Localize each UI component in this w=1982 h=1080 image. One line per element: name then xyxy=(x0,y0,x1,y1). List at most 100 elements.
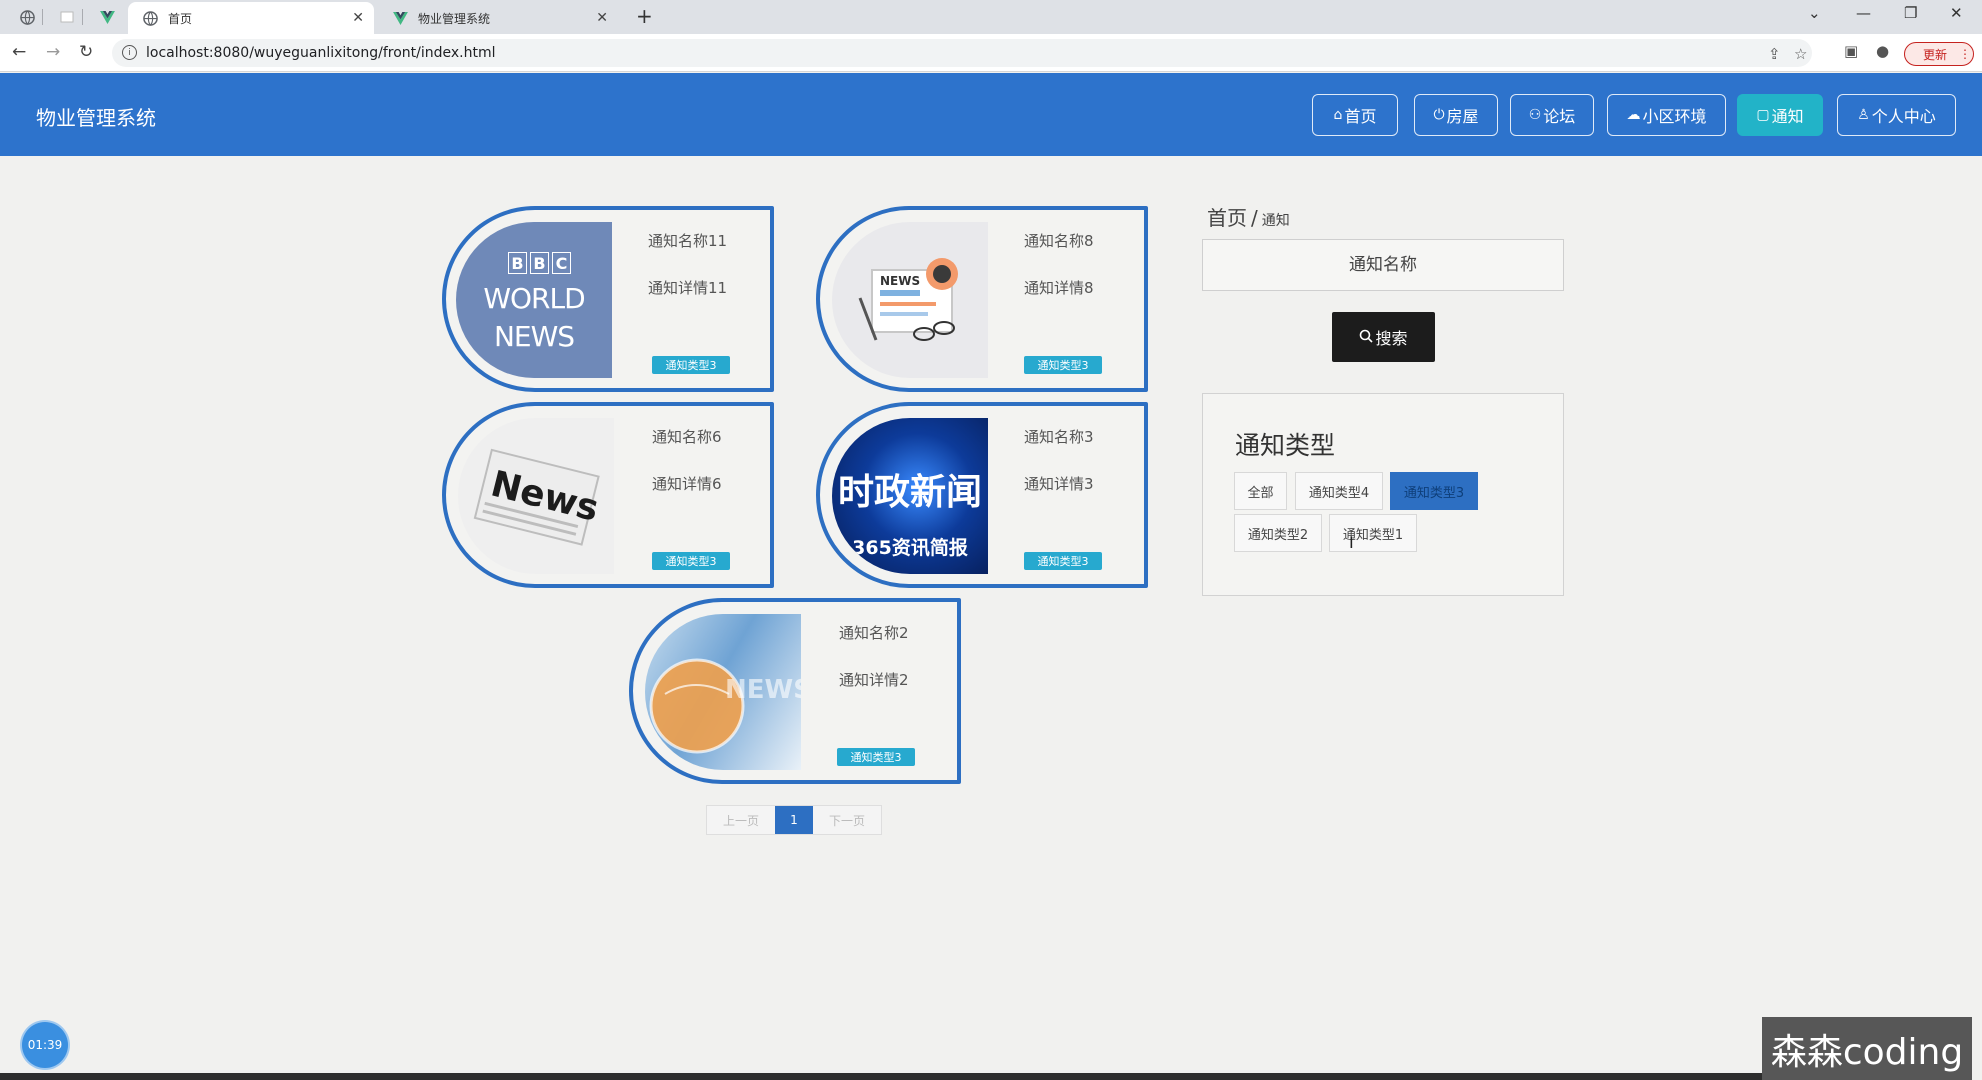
site-title: 物业管理系统 xyxy=(36,106,156,130)
bbc-letter: B xyxy=(530,252,549,274)
nav-home-button[interactable]: ⌂ 首页 xyxy=(1312,94,1398,136)
tab-system[interactable]: 物业管理系统 ✕ xyxy=(378,2,618,34)
more-menu-icon: ⋮ xyxy=(1959,47,1972,61)
tab-home[interactable]: 首页 ✕ xyxy=(128,2,374,34)
update-label: 更新 xyxy=(1923,47,1948,62)
bbc-logo: B B C xyxy=(508,252,571,274)
notice-image: 时政新闻 365资讯简报 xyxy=(832,418,988,574)
forum-icon: ⚇ xyxy=(1528,107,1542,123)
bbc-letter: C xyxy=(552,252,571,274)
nav-label: 通知 xyxy=(1771,107,1804,126)
url-text: localhost:8080/wuyeguanlixitong/front/in… xyxy=(146,45,496,61)
notice-icon: ▢ xyxy=(1756,107,1770,123)
page-number-current[interactable]: 1 xyxy=(775,806,813,834)
recording-timer: 01:39 xyxy=(22,1022,68,1068)
breadcrumb: 首页 / 通知 xyxy=(1207,202,1290,231)
notice-detail: 通知详情6 xyxy=(652,475,722,493)
breadcrumb-separator: / xyxy=(1251,206,1258,230)
nav-forum-button[interactable]: ⚇ 论坛 xyxy=(1510,94,1594,136)
vue-logo-icon[interactable] xyxy=(98,8,116,26)
nav-notice-button[interactable]: ▢ 通知 xyxy=(1737,94,1823,136)
search-button[interactable]: 搜索 xyxy=(1332,312,1435,362)
bottom-bar xyxy=(0,1073,1762,1080)
notice-name[interactable]: 通知名称2 xyxy=(839,622,909,643)
tab-title: 首页 xyxy=(168,11,193,26)
type-filter-all[interactable]: 全部 xyxy=(1234,472,1287,510)
prev-page-button[interactable]: 上一页 xyxy=(707,806,775,834)
blank-page-icon[interactable] xyxy=(58,8,76,26)
power-icon: ⏻ xyxy=(1433,107,1445,123)
close-window-icon[interactable]: ✕ xyxy=(1950,4,1963,22)
notice-type-badge: 通知类型3 xyxy=(1024,356,1102,374)
close-tab-icon[interactable]: ✕ xyxy=(352,10,364,26)
breadcrumb-home[interactable]: 首页 xyxy=(1207,206,1247,230)
notice-image: News xyxy=(458,418,614,574)
minimize-icon[interactable]: — xyxy=(1856,4,1871,22)
notice-card[interactable]: 时政新闻 365资讯简报 通知名称3 通知详情3 通知类型3 xyxy=(816,402,1148,588)
globe-icon[interactable] xyxy=(18,8,36,26)
text-cursor-icon: I xyxy=(1349,533,1354,552)
news-illustration-label: NEWS xyxy=(880,274,920,288)
notice-image: B B C WORLD NEWS xyxy=(456,222,612,378)
bbc-news-text: NEWS xyxy=(493,320,575,353)
notice-type-badge: 通知类型3 xyxy=(837,748,915,766)
globe-icon xyxy=(142,10,158,26)
close-tab-icon[interactable]: ✕ xyxy=(596,10,608,26)
notice-name-search-input[interactable] xyxy=(1202,239,1564,291)
url-field[interactable]: i localhost:8080/wuyeguanlixitong/front/… xyxy=(112,39,1812,67)
info-icon[interactable]: i xyxy=(122,45,137,60)
tab-title: 物业管理系统 xyxy=(418,11,491,26)
side-panel-icon[interactable]: ▣ xyxy=(1844,42,1858,60)
notice-card[interactable]: NEWS 通知名称2 通知详情2 通知类型3 xyxy=(629,598,961,784)
notice-card[interactable]: News 通知名称6 通知详情6 通知类型3 xyxy=(442,402,774,588)
search-button-label: 搜索 xyxy=(1375,329,1408,348)
user-icon: ♙ xyxy=(1857,107,1870,123)
bookmark-star-icon[interactable]: ☆ xyxy=(1794,45,1807,63)
update-button[interactable]: 更新 ⋮ xyxy=(1904,42,1974,66)
notice-image: NEWS xyxy=(645,614,801,770)
notice-name[interactable]: 通知名称8 xyxy=(1024,230,1094,251)
notice-card[interactable]: NEWS 通知名称8 通知详情8 通知类型3 xyxy=(816,206,1148,392)
profile-icon[interactable]: ● xyxy=(1876,42,1889,60)
notice-type-badge: 通知类型3 xyxy=(652,552,730,570)
back-icon[interactable]: ← xyxy=(12,42,26,62)
pagination: 上一页 1 下一页 xyxy=(706,805,882,835)
shizheng-title: 时政新闻 xyxy=(838,472,982,513)
nav-label: 个人中心 xyxy=(1871,107,1936,126)
notice-type-badge: 通知类型3 xyxy=(652,356,730,374)
share-icon[interactable]: ⇪ xyxy=(1768,45,1781,63)
watermark: 森森coding xyxy=(1762,1017,1972,1080)
nav-label: 论坛 xyxy=(1543,107,1576,126)
globe-news-label: NEWS xyxy=(725,675,801,705)
nav-environment-button[interactable]: ☁ 小区环境 xyxy=(1607,94,1726,136)
next-page-button[interactable]: 下一页 xyxy=(813,806,881,834)
notice-name[interactable]: 通知名称3 xyxy=(1024,426,1094,447)
shizheng-subtitle: 365资讯简报 xyxy=(852,536,968,559)
nav-house-button[interactable]: ⏻ 房屋 xyxy=(1414,94,1498,136)
nav-label: 房屋 xyxy=(1446,107,1479,126)
reload-icon[interactable]: ↻ xyxy=(79,42,93,62)
bbc-world-text: WORLD xyxy=(483,282,585,315)
type-filter-2[interactable]: 通知类型2 xyxy=(1234,514,1322,552)
site-header: 物业管理系统 ⌂ 首页 ⏻ 房屋 ⚇ 论坛 ☁ 小区环境 ▢ 通知 ♙ 个人中心 xyxy=(0,73,1982,156)
notice-name[interactable]: 通知名称6 xyxy=(652,426,722,447)
breadcrumb-current: 通知 xyxy=(1261,213,1290,229)
notice-name[interactable]: 通知名称11 xyxy=(648,230,727,251)
nav-profile-button[interactable]: ♙ 个人中心 xyxy=(1837,94,1956,136)
type-filter-4[interactable]: 通知类型4 xyxy=(1295,472,1383,510)
notice-image: NEWS xyxy=(832,222,988,378)
notice-detail: 通知详情8 xyxy=(1024,279,1094,297)
type-filter-3[interactable]: 通知类型3 xyxy=(1390,472,1478,510)
type-filter-1[interactable]: 通知类型1 xyxy=(1329,514,1417,552)
nav-label: 小区环境 xyxy=(1642,107,1707,126)
cloud-icon: ☁ xyxy=(1626,107,1641,123)
notice-type-panel: 通知类型 全部 通知类型4 通知类型3 通知类型2 通知类型1 xyxy=(1202,393,1564,596)
tab-search-icon[interactable]: ⌄ xyxy=(1808,4,1821,22)
browser-tab-bar: 首页 ✕ 物业管理系统 ✕ + ⌄ — ❐ ✕ xyxy=(0,0,1982,34)
forward-icon[interactable]: → xyxy=(46,42,60,62)
notice-type-badge: 通知类型3 xyxy=(1024,552,1102,570)
notice-detail: 通知详情3 xyxy=(1024,475,1094,493)
notice-card[interactable]: B B C WORLD NEWS 通知名称11 通知详情11 通知类型3 xyxy=(442,206,774,392)
restore-icon[interactable]: ❐ xyxy=(1904,4,1917,22)
new-tab-icon[interactable]: + xyxy=(636,4,653,28)
